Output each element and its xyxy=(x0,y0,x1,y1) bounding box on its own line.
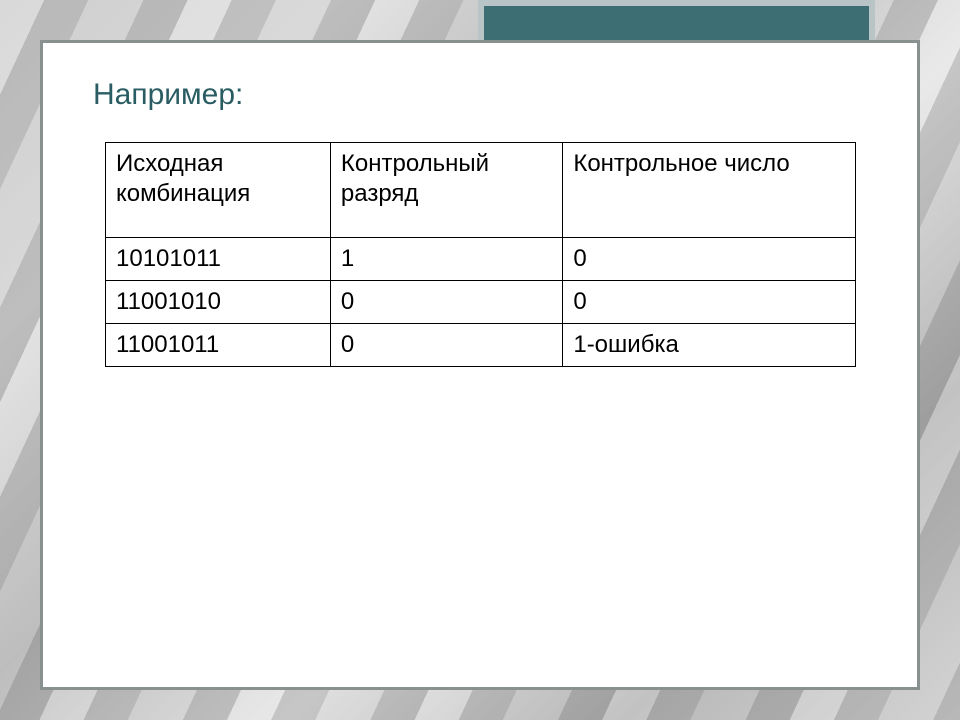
table-cell: 0 xyxy=(330,281,562,324)
table-cell: 10101011 xyxy=(106,238,331,281)
table-cell: 11001010 xyxy=(106,281,331,324)
data-table: Исходная комбинация Контрольный разряд К… xyxy=(105,142,856,367)
table-header-cell: Контрольный разряд xyxy=(330,143,562,238)
slide-content: Например: Исходная комбинация Контрольны… xyxy=(43,43,917,402)
table-header-cell: Контрольное число xyxy=(563,143,855,238)
table-row: 11001010 0 0 xyxy=(106,281,856,324)
table-row: 10101011 1 0 xyxy=(106,238,856,281)
table-cell: 11001011 xyxy=(106,324,331,367)
table-row: 11001011 0 1-ошибка xyxy=(106,324,856,367)
table-cell: 0 xyxy=(563,238,855,281)
table-header-cell: Исходная комбинация xyxy=(106,143,331,238)
table-cell: 0 xyxy=(330,324,562,367)
table-cell: 1 xyxy=(330,238,562,281)
slide-title: Например: xyxy=(93,78,867,112)
table-cell: 1-ошибка xyxy=(563,324,855,367)
table-cell: 0 xyxy=(563,281,855,324)
slide-frame: Например: Исходная комбинация Контрольны… xyxy=(40,40,920,690)
table-header-row: Исходная комбинация Контрольный разряд К… xyxy=(106,143,856,238)
